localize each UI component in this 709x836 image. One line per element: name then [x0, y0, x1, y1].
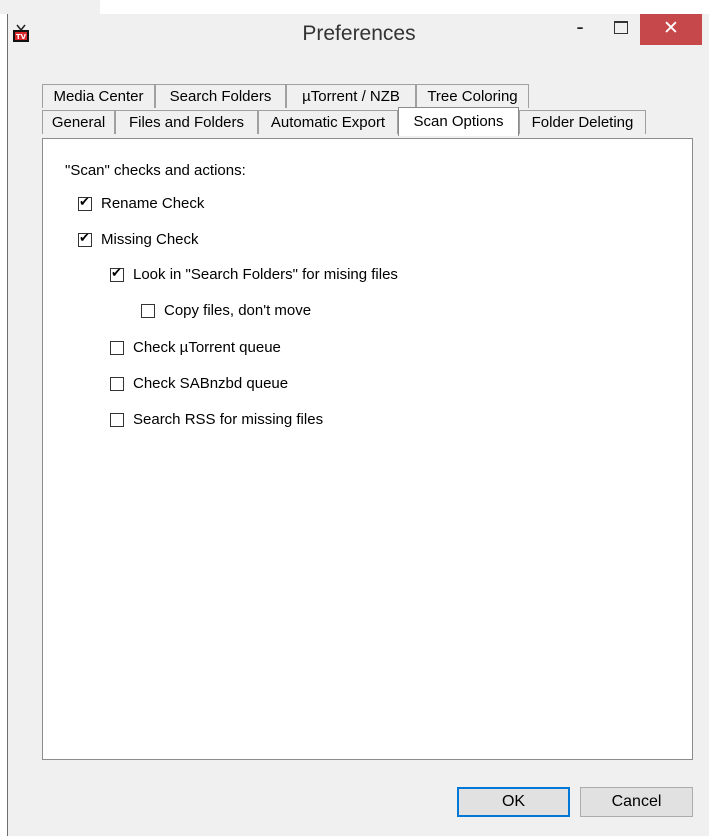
title-bar[interactable]: TV Preferences - ✕: [8, 14, 709, 54]
tab-search-folders[interactable]: Search Folders: [155, 84, 286, 108]
ok-button[interactable]: OK: [457, 787, 570, 817]
tab-automatic-export[interactable]: Automatic Export: [258, 110, 398, 134]
search-rss-option[interactable]: Search RSS for missing files: [110, 411, 323, 428]
tab-general[interactable]: General: [42, 110, 115, 134]
rename-check-label: Rename Check: [101, 195, 205, 212]
missing-check-option[interactable]: Missing Check: [78, 231, 199, 248]
utorrent-queue-checkbox[interactable]: [110, 340, 124, 355]
copy-files-label: Copy files, don't move: [164, 302, 312, 319]
background-window-sliver: [0, 0, 100, 14]
maximize-button[interactable]: [600, 14, 640, 44]
preferences-dialog: TV Preferences - ✕ Media Center Search F…: [7, 14, 709, 836]
tab-tree-coloring[interactable]: Tree Coloring: [416, 84, 529, 108]
rename-check-checkbox[interactable]: [78, 195, 92, 211]
search-rss-checkbox[interactable]: [110, 412, 124, 427]
copy-files-checkbox[interactable]: [141, 303, 155, 318]
minimize-button[interactable]: -: [560, 14, 600, 44]
search-folders-option[interactable]: Look in "Search Folders" for mising file…: [110, 266, 398, 283]
tab-utorrent-nzb[interactable]: µTorrent / NZB: [286, 84, 416, 108]
section-label: "Scan" checks and actions:: [65, 162, 246, 179]
search-folders-checkbox[interactable]: [110, 266, 124, 282]
maximize-icon: [614, 21, 628, 34]
sabnzbd-queue-label: Check SABnzbd queue: [133, 375, 289, 392]
tab-files-and-folders[interactable]: Files and Folders: [115, 110, 258, 134]
search-folders-label: Look in "Search Folders" for mising file…: [133, 266, 398, 283]
close-button[interactable]: ✕: [640, 14, 702, 45]
tab-media-center[interactable]: Media Center: [42, 84, 155, 108]
missing-check-checkbox[interactable]: [78, 231, 92, 247]
utorrent-queue-option[interactable]: Check µTorrent queue: [110, 339, 281, 356]
tab-scan-options[interactable]: Scan Options: [398, 107, 519, 136]
copy-files-option[interactable]: Copy files, don't move: [141, 302, 311, 319]
scan-options-panel: "Scan" checks and actions: Rename Check …: [42, 138, 693, 760]
dialog-content: Media Center Search Folders µTorrent / N…: [15, 54, 705, 830]
cancel-button[interactable]: Cancel: [580, 787, 693, 817]
utorrent-queue-label: Check µTorrent queue: [133, 339, 281, 356]
rename-check-option[interactable]: Rename Check: [78, 195, 204, 212]
sabnzbd-queue-checkbox[interactable]: [110, 376, 124, 391]
tab-folder-deleting[interactable]: Folder Deleting: [519, 110, 646, 134]
search-rss-label: Search RSS for missing files: [133, 411, 324, 428]
missing-check-label: Missing Check: [101, 231, 199, 248]
sabnzbd-queue-option[interactable]: Check SABnzbd queue: [110, 375, 288, 392]
